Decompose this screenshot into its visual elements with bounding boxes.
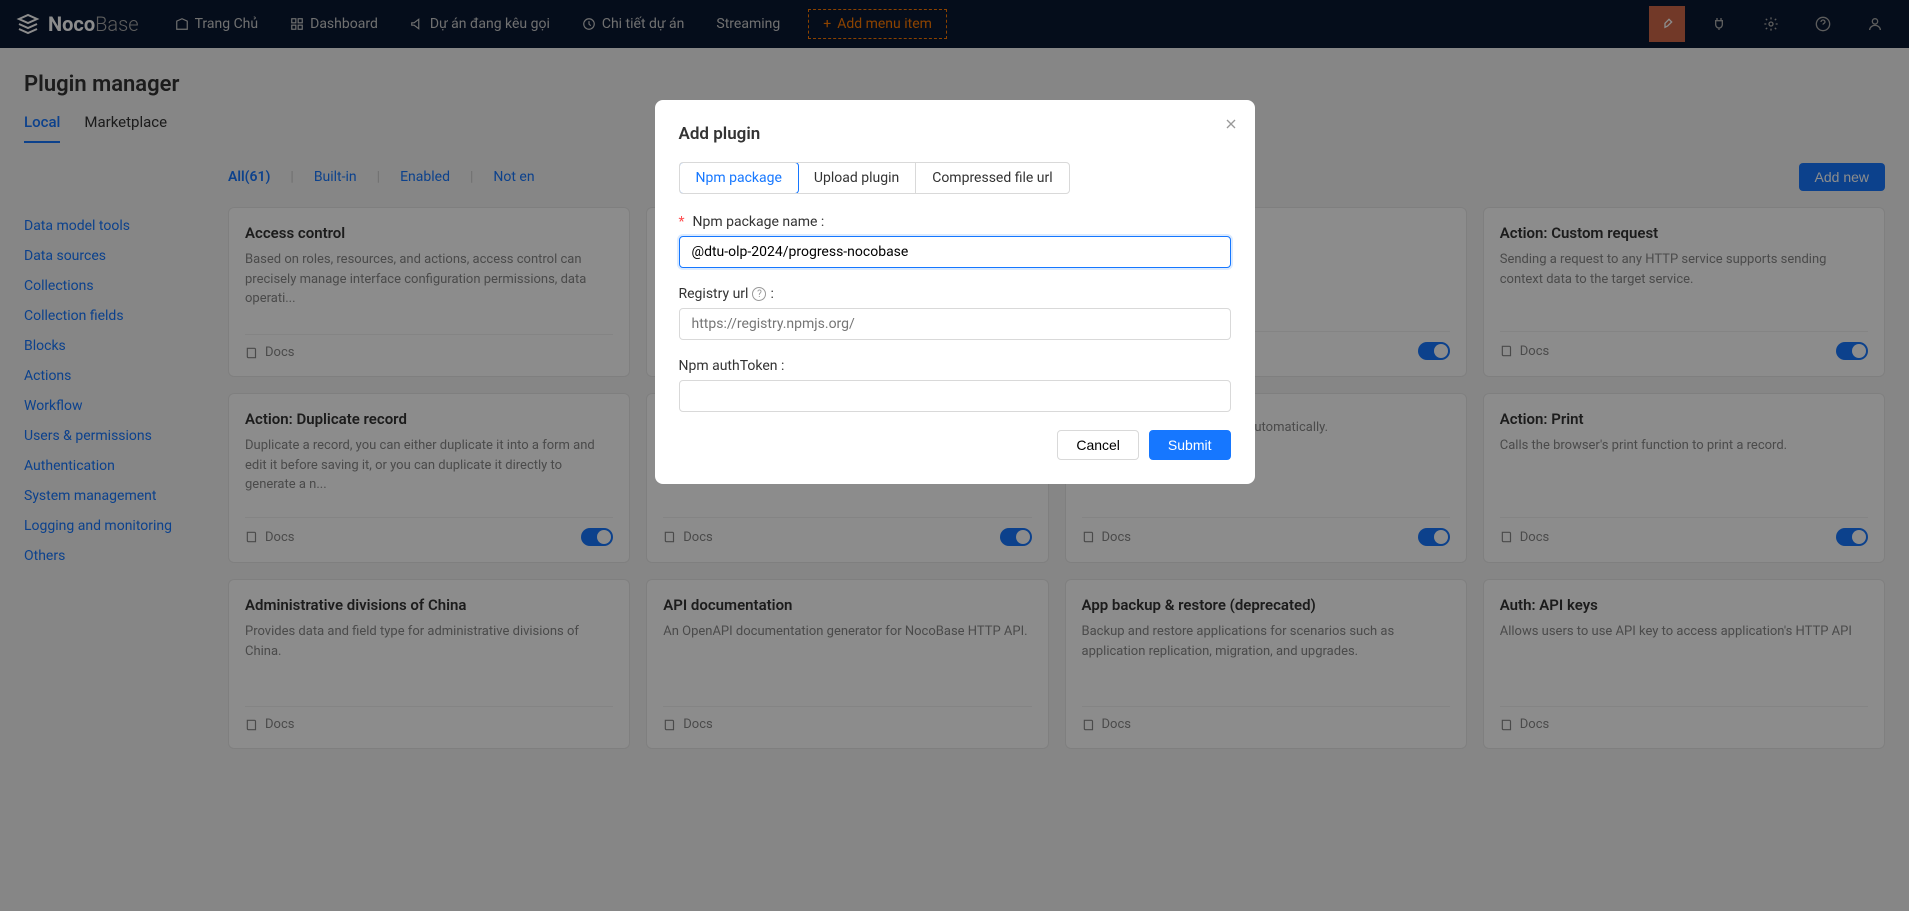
modal-title: Add plugin	[679, 124, 1231, 144]
tab-upload-plugin[interactable]: Upload plugin	[798, 163, 916, 193]
tab-npm-package[interactable]: Npm package	[679, 162, 799, 194]
submit-button[interactable]: Submit	[1149, 430, 1231, 460]
registry-label-text: Registry url	[679, 286, 749, 302]
modal-close-button[interactable]	[1223, 116, 1239, 132]
help-icon[interactable]: ?	[752, 287, 766, 301]
form-group-registry: Registry url ? :	[679, 286, 1231, 340]
colon: :	[770, 286, 773, 302]
modal-overlay[interactable]: Add plugin Npm package Upload plugin Com…	[0, 0, 1909, 911]
token-label: Npm authToken :	[679, 358, 1231, 374]
package-name-input[interactable]	[679, 236, 1231, 268]
form-group-token: Npm authToken :	[679, 358, 1231, 412]
package-label: Npm package name :	[679, 214, 1231, 230]
cancel-button[interactable]: Cancel	[1057, 430, 1139, 460]
form-group-package: Npm package name :	[679, 214, 1231, 268]
tab-compressed-url[interactable]: Compressed file url	[916, 163, 1068, 193]
close-icon	[1223, 116, 1239, 132]
modal-footer: Cancel Submit	[679, 430, 1231, 460]
auth-token-input[interactable]	[679, 380, 1231, 412]
registry-label: Registry url ? :	[679, 286, 1231, 302]
modal-tabs: Npm package Upload plugin Compressed fil…	[679, 162, 1070, 194]
add-plugin-modal: Add plugin Npm package Upload plugin Com…	[655, 100, 1255, 484]
registry-url-input[interactable]	[679, 308, 1231, 340]
